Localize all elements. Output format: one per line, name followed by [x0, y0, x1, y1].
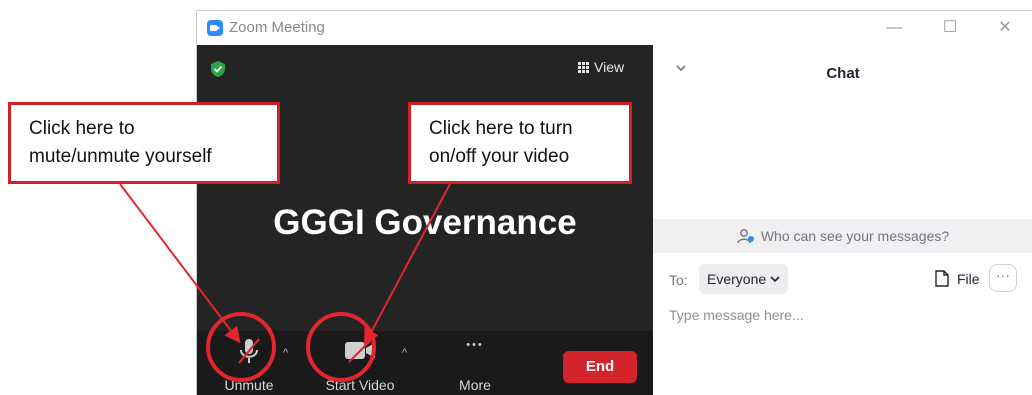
view-label: View [594, 59, 625, 75]
person-icon [737, 229, 754, 244]
to-label: To: [669, 272, 688, 288]
mute-callout: Click here to mute/unmute yourself [8, 102, 280, 184]
chevron-down-icon [770, 276, 780, 283]
end-meeting-button[interactable]: End [563, 351, 637, 383]
privacy-text: Who can see your messages? [760, 228, 950, 244]
shield-check-icon[interactable] [211, 61, 225, 77]
more-icon: ••• [466, 339, 484, 351]
window-title: Zoom Meeting [229, 19, 325, 36]
file-label: File [957, 270, 980, 287]
video-options-caret[interactable]: ^ [402, 347, 407, 359]
more-button[interactable]: ••• More [443, 331, 507, 395]
grid-view-icon [578, 61, 589, 73]
participant-name: GGGI Governance [273, 203, 577, 242]
video-callout-line-1: Click here to turn [429, 118, 573, 139]
start-video-label: Start Video [325, 377, 395, 393]
chat-title: Chat [826, 65, 860, 82]
recipient-dropdown[interactable]: Everyone [699, 264, 789, 294]
audio-options-caret[interactable]: ^ [283, 347, 288, 359]
minimize-button[interactable]: — [877, 15, 911, 41]
privacy-notice[interactable]: Who can see your messages? [653, 219, 1032, 253]
file-icon [935, 270, 949, 287]
message-input[interactable] [665, 303, 1013, 327]
video-highlight-circle [306, 312, 376, 382]
file-button[interactable]: File [935, 270, 980, 287]
more-label: More [459, 377, 491, 393]
chat-panel: Chat Who can see your messages? To: Ever… [653, 45, 1032, 395]
video-callout: Click here to turn on/off your video [408, 102, 632, 184]
mute-callout-line-1: Click here to [29, 118, 135, 139]
mute-callout-line-2: mute/unmute yourself [29, 146, 212, 167]
title-bar: Zoom Meeting — ☐ ✕ [197, 11, 1032, 45]
mute-highlight-circle [206, 312, 276, 382]
maximize-button[interactable]: ☐ [933, 15, 967, 41]
video-callout-line-2: on/off your video [429, 146, 570, 167]
chat-more-button[interactable]: ··· [989, 264, 1017, 292]
close-button[interactable]: ✕ [988, 15, 1022, 41]
view-button[interactable]: View [578, 57, 624, 77]
recipient-value: Everyone [707, 271, 767, 287]
zoom-app-icon [207, 20, 223, 36]
